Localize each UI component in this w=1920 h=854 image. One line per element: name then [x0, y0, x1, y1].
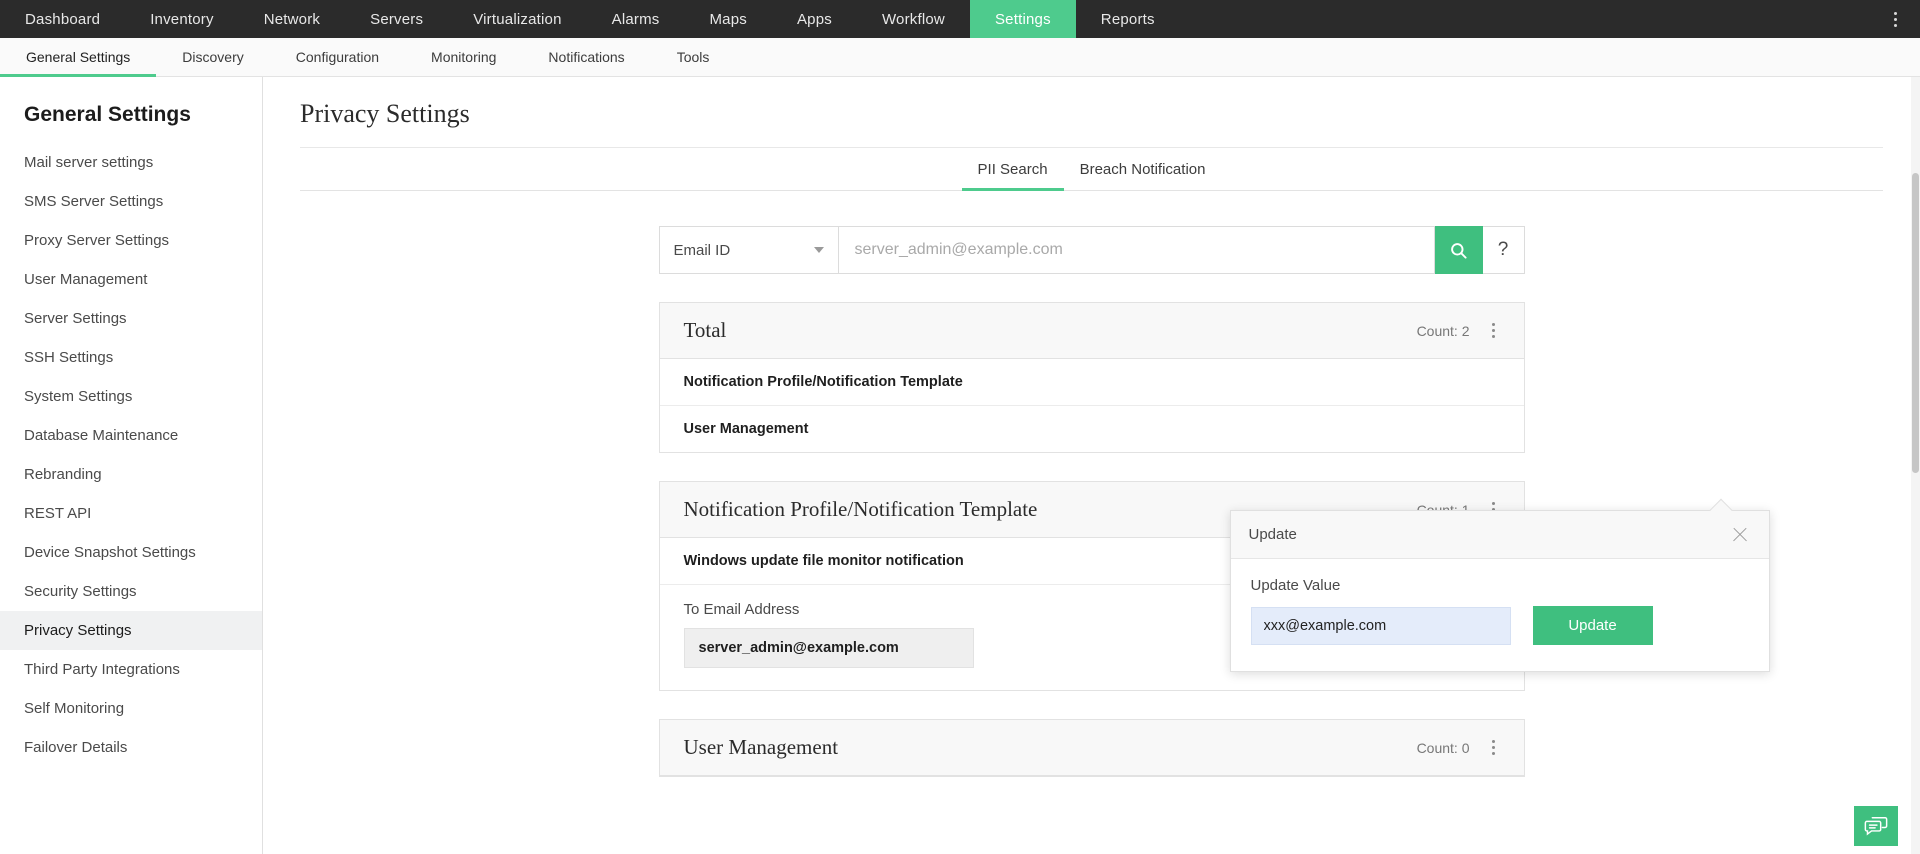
sidebar-item-rebranding[interactable]: Rebranding: [0, 455, 262, 494]
search-type-value: Email ID: [673, 241, 731, 259]
update-button[interactable]: Update: [1532, 606, 1653, 645]
subnav-item-discovery[interactable]: Discovery: [156, 38, 269, 76]
dot: [1492, 335, 1495, 338]
detail-value: server_admin@example.com: [683, 628, 974, 668]
result-card: Notification Profile/Notification Templa…: [658, 481, 1770, 691]
card-kebab-menu-icon[interactable]: [1484, 314, 1504, 348]
pii-search-row: Email ID ?: [658, 226, 1525, 274]
result-card: Total Count: 2 Notification Profile/Notifi…: [658, 302, 1525, 453]
tab-breach-notification[interactable]: Breach Notification: [1064, 148, 1222, 190]
sidebar-item-list: Mail server settings SMS Server Settings P…: [0, 143, 262, 767]
chevron-down-icon: [813, 247, 824, 253]
update-popover: Update Update Value Update: [1229, 498, 1770, 672]
topnav-item-workflow[interactable]: Workflow: [857, 0, 970, 38]
dot: [1893, 11, 1897, 15]
sidebar: General Settings Mail server settings SMS…: [0, 77, 263, 854]
search-button[interactable]: [1434, 226, 1483, 274]
topnav-item-maps[interactable]: Maps: [684, 0, 771, 38]
cards-container: Total Count: 2 Notification Profile/Notifi…: [300, 302, 1883, 777]
card-title: User Management: [683, 735, 839, 759]
sidebar-item-self-monitoring[interactable]: Self Monitoring: [0, 689, 262, 728]
page-title: Privacy Settings: [300, 99, 470, 128]
chat-bubbles-icon: [1864, 817, 1888, 836]
sidebar-item-privacy-settings[interactable]: Privacy Settings: [0, 611, 262, 650]
popover-controls: Update: [1250, 606, 1749, 645]
sidebar-item-server-settings[interactable]: Server Settings: [0, 299, 262, 338]
topnav-item-apps[interactable]: Apps: [772, 0, 857, 38]
sidebar-item-rest-api[interactable]: REST API: [0, 494, 262, 533]
search-type-select[interactable]: Email ID: [658, 226, 839, 274]
scrollbar-thumb[interactable]: [1912, 173, 1919, 473]
vertical-scrollbar[interactable]: [1911, 77, 1920, 854]
sidebar-item-mail-server-settings[interactable]: Mail server settings: [0, 143, 262, 182]
subnav-item-configuration[interactable]: Configuration: [270, 38, 405, 76]
sidebar-title: General Settings: [24, 103, 191, 126]
top-navigation-bar: Dashboard Inventory Network Servers Virtuali…: [0, 0, 1920, 38]
popover-header: Update: [1230, 511, 1769, 559]
card-title: Total: [683, 318, 727, 342]
topnav-overflow-menu-icon[interactable]: [1880, 0, 1910, 38]
topnav-item-reports[interactable]: Reports: [1076, 0, 1180, 38]
sidebar-item-database-maintenance[interactable]: Database Maintenance: [0, 416, 262, 455]
dot: [1492, 746, 1495, 749]
tab-bar: PII Search Breach Notification: [300, 148, 1883, 191]
sidebar-item-security-settings[interactable]: Security Settings: [0, 572, 262, 611]
topnav-item-servers[interactable]: Servers: [345, 0, 448, 38]
content-wrapper: Email ID ? Total Count: 2 Notification Pro…: [263, 226, 1920, 777]
page-layout: General Settings Mail server settings SMS…: [0, 77, 1920, 854]
popover-title: Update: [1248, 526, 1297, 543]
dot: [1893, 17, 1897, 21]
card-count-label: Count: 0: [1416, 739, 1470, 756]
search-icon: [1451, 242, 1467, 259]
subnav-item-general-settings[interactable]: General Settings: [0, 38, 157, 77]
topnav-item-dashboard[interactable]: Dashboard: [0, 0, 125, 38]
sidebar-item-sms-server-settings[interactable]: SMS Server Settings: [0, 182, 262, 221]
close-icon[interactable]: [1729, 524, 1751, 546]
subnav-item-notifications[interactable]: Notifications: [522, 38, 650, 76]
help-button[interactable]: ?: [1482, 226, 1525, 274]
sidebar-item-device-snapshot-settings[interactable]: Device Snapshot Settings: [0, 533, 262, 572]
chat-support-button[interactable]: [1854, 806, 1898, 846]
dot: [1492, 752, 1495, 755]
dot: [1492, 323, 1495, 326]
sidebar-item-ssh-settings[interactable]: SSH Settings: [0, 338, 262, 377]
subnav-item-tools[interactable]: Tools: [651, 38, 736, 76]
sidebar-item-proxy-server-settings[interactable]: Proxy Server Settings: [0, 221, 262, 260]
sidebar-item-third-party-integrations[interactable]: Third Party Integrations: [0, 650, 262, 689]
tab-pii-search[interactable]: PII Search: [961, 148, 1064, 191]
sidebar-item-failover-details[interactable]: Failover Details: [0, 728, 262, 767]
sub-navigation-bar: General Settings Discovery Configuration Mo…: [0, 38, 1920, 77]
update-value-label: Update Value: [1250, 577, 1341, 594]
card-row[interactable]: User Management: [660, 406, 1524, 452]
card-header: Total Count: 2: [659, 303, 1524, 359]
dot: [1492, 740, 1495, 743]
sidebar-item-system-settings[interactable]: System Settings: [0, 377, 262, 416]
card-kebab-menu-icon[interactable]: [1484, 731, 1504, 765]
main-content: Privacy Settings PII Search Breach Notifi…: [263, 77, 1920, 854]
search-input[interactable]: [838, 226, 1435, 274]
dot: [1492, 502, 1495, 505]
dot: [1893, 23, 1897, 27]
sidebar-item-user-management[interactable]: User Management: [0, 260, 262, 299]
popover-body: Update Value Update: [1231, 559, 1769, 671]
card-count-label: Count: 2: [1416, 322, 1470, 339]
dot: [1492, 329, 1495, 332]
card-row[interactable]: Notification Profile/Notification Templa…: [659, 359, 1524, 406]
subnav-item-monitoring[interactable]: Monitoring: [405, 38, 522, 76]
result-card: User Management Count: 0: [658, 719, 1525, 777]
topnav-item-network[interactable]: Network: [239, 0, 345, 38]
topnav-item-inventory[interactable]: Inventory: [125, 0, 239, 38]
update-value-input[interactable]: [1250, 606, 1511, 645]
topnav-item-alarms[interactable]: Alarms: [587, 0, 685, 38]
topnav-item-virtualization[interactable]: Virtualization: [448, 0, 586, 38]
card-header: User Management Count: 0: [659, 720, 1524, 776]
topnav-item-settings[interactable]: Settings: [969, 0, 1076, 38]
